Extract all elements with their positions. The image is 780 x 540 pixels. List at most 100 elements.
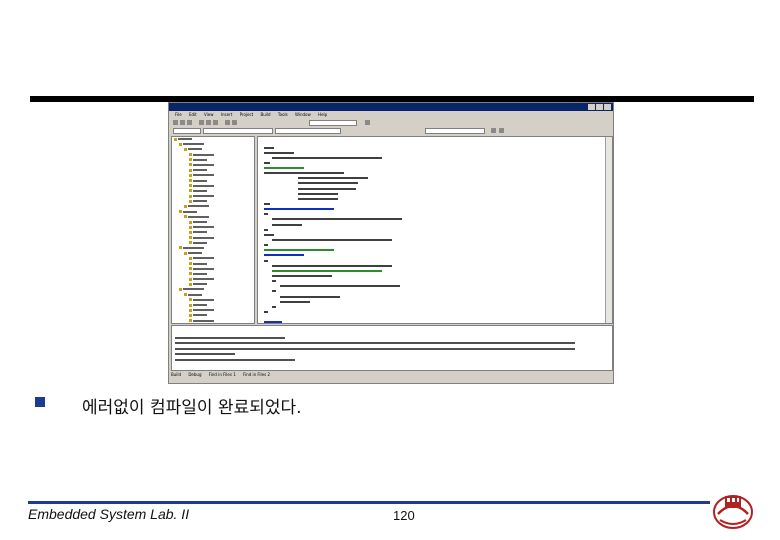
tree-item-label xyxy=(193,262,207,265)
output-window xyxy=(171,325,613,371)
save-icon xyxy=(187,120,192,125)
folder-icon xyxy=(189,184,192,188)
output-tab: Build xyxy=(171,372,182,377)
tree-item-label xyxy=(193,319,214,322)
device-combo xyxy=(425,128,485,134)
bullet-text: 에러없이 컴파일이 완료되었다. xyxy=(82,398,302,418)
ide-toolbar-standard xyxy=(169,119,613,127)
tree-item-label xyxy=(193,236,214,239)
output-tab: Find in Files 1 xyxy=(208,372,236,377)
folder-icon xyxy=(189,163,192,167)
tree-item-label xyxy=(183,246,204,249)
build-icon xyxy=(491,128,496,133)
folder-icon xyxy=(189,241,192,245)
page-number: 120 xyxy=(393,508,415,523)
output-tab: Find in Files 2 xyxy=(243,372,271,377)
tree-item-label xyxy=(188,148,202,151)
tree-item-label xyxy=(193,174,214,177)
folder-icon xyxy=(189,153,192,157)
copy-icon xyxy=(206,120,211,125)
status-bar xyxy=(169,378,613,383)
folder-icon xyxy=(189,199,192,203)
open-icon xyxy=(180,120,185,125)
menu-item: Edit xyxy=(188,112,197,117)
folder-icon xyxy=(189,267,192,271)
close-icon xyxy=(604,104,611,110)
tree-item-label xyxy=(193,267,214,270)
folder-icon xyxy=(184,147,187,151)
tree-item-label xyxy=(193,278,214,281)
folder-icon xyxy=(179,210,182,214)
ide-toolbar-wizard xyxy=(169,127,613,135)
minimize-icon xyxy=(588,104,595,110)
folder-icon xyxy=(189,262,192,265)
tree-item-label xyxy=(193,189,207,192)
folder-icon xyxy=(174,137,177,141)
tree-item-label xyxy=(193,257,214,260)
folder-icon xyxy=(179,287,182,291)
tree-item-label xyxy=(183,143,204,146)
folder-icon xyxy=(189,277,192,281)
menu-item: Project xyxy=(239,112,254,117)
tree-item-label xyxy=(193,304,207,306)
find-icon xyxy=(365,120,370,125)
class-combo xyxy=(173,128,201,134)
tree-item-label xyxy=(193,309,214,312)
cut-icon xyxy=(199,120,204,125)
tree-item-label xyxy=(193,221,207,223)
folder-icon xyxy=(189,256,192,260)
folder-icon xyxy=(189,179,192,182)
folder-icon xyxy=(184,251,187,255)
ide-screenshot: File Edit View Insert Project Build Tool… xyxy=(168,102,614,384)
folder-icon xyxy=(189,230,192,234)
output-line xyxy=(175,338,609,350)
new-file-icon xyxy=(173,120,178,125)
window-controls xyxy=(588,104,611,110)
menu-item: Window xyxy=(295,112,311,117)
tree-item-label xyxy=(193,163,214,166)
folder-icon xyxy=(189,173,192,177)
menu-item: Tools xyxy=(277,112,288,117)
menu-item: Build xyxy=(260,112,271,117)
folder-icon xyxy=(184,204,187,208)
tree-item-label xyxy=(193,231,207,234)
undo-icon xyxy=(225,120,230,125)
bullet-icon xyxy=(35,397,45,407)
university-seal-logo xyxy=(713,495,753,529)
ide-title-bar xyxy=(169,103,613,111)
tree-item-label xyxy=(193,179,207,182)
folder-icon xyxy=(184,293,187,297)
platform-combo xyxy=(275,128,341,134)
folder-icon xyxy=(189,168,192,172)
folder-icon xyxy=(189,298,192,302)
editor-scrollbar xyxy=(605,137,612,323)
folder-icon xyxy=(189,236,192,240)
folder-icon xyxy=(189,225,192,229)
tree-item-label xyxy=(188,205,209,208)
tree-item-label xyxy=(193,153,214,156)
workspace-tree xyxy=(171,136,255,324)
tree-item-label xyxy=(183,288,204,291)
folder-icon xyxy=(184,215,187,219)
tree-item-label xyxy=(193,298,214,301)
folder-icon xyxy=(189,313,192,317)
tree-item-label xyxy=(193,200,207,203)
tree-item-label xyxy=(193,158,207,161)
folder-icon xyxy=(189,158,192,162)
tree-item-label xyxy=(193,195,214,198)
tree-item-label xyxy=(188,215,209,218)
config-combo xyxy=(203,128,273,134)
bottom-rule xyxy=(28,501,710,504)
folder-icon xyxy=(179,142,182,146)
maximize-icon xyxy=(596,104,603,110)
folder-icon xyxy=(179,246,182,250)
folder-icon xyxy=(189,282,192,286)
tree-item-label xyxy=(193,226,214,229)
tree-item-label xyxy=(193,272,207,275)
folder-icon xyxy=(189,319,192,323)
tree-item-label xyxy=(183,210,197,213)
run-icon xyxy=(499,128,504,133)
ide-menu-bar: File Edit View Insert Project Build Tool… xyxy=(169,111,613,119)
